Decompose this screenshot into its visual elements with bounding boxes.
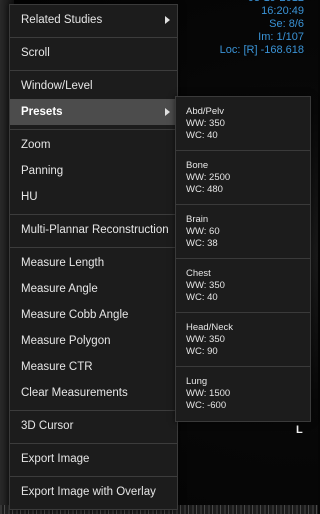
preset-window-width: WW: 350 — [186, 334, 225, 345]
menu-item-hu[interactable]: HU — [10, 184, 177, 210]
menu-item-label: Zoom — [21, 139, 51, 151]
menu-item-multi-planar-reconstruction[interactable]: Multi-Plannar Reconstruction — [10, 217, 177, 243]
preset-window-width: WW: 350 — [186, 118, 225, 129]
preset-name: Abd/Pelv — [186, 106, 225, 117]
preset-window-center: WC: 40 — [186, 130, 218, 141]
preset-window-center: WC: 480 — [186, 184, 223, 195]
menu-item-export-image-with-overlay[interactable]: Export Image with Overlay — [10, 479, 177, 505]
menu-item-label: Export Image with Overlay — [21, 486, 156, 498]
menu-item-clear-measurements[interactable]: Clear Measurements — [10, 380, 177, 406]
menu-item-label: Clear Measurements — [21, 387, 128, 399]
submenu-arrow-icon — [165, 108, 170, 116]
menu-separator — [10, 410, 177, 411]
menu-item-label: Measure Cobb Angle — [21, 309, 129, 321]
preset-window-width: WW: 350 — [186, 280, 225, 291]
presets-submenu: Abd/Pelv WW: 350 WC: 40 Bone WW: 2500 WC… — [175, 96, 311, 422]
preset-window-center: WC: 40 — [186, 292, 218, 303]
menu-item-measure-polygon[interactable]: Measure Polygon — [10, 328, 177, 354]
submenu-arrow-icon — [165, 16, 170, 24]
preset-window-center: WC: 90 — [186, 346, 218, 357]
menu-item-label: Presets — [21, 106, 63, 118]
menu-separator — [10, 37, 177, 38]
preset-bone[interactable]: Bone WW: 2500 WC: 480 — [176, 151, 310, 204]
overlay-image-number: Im: 1/107 — [258, 31, 304, 43]
preset-window-width: WW: 60 — [186, 226, 220, 237]
menu-item-3d-cursor[interactable]: 3D Cursor — [10, 413, 177, 439]
preset-name: Head/Neck — [186, 322, 233, 333]
menu-item-label: Measure CTR — [21, 361, 93, 373]
preset-head-neck[interactable]: Head/Neck WW: 350 WC: 90 — [176, 313, 310, 366]
orientation-label: L — [296, 424, 303, 436]
dicom-overlay: 03-19-2012 16:20:49 Se: 8/6 Im: 1/107 Lo… — [220, 0, 304, 57]
menu-item-label: Window/Level — [21, 80, 93, 92]
menu-item-measure-angle[interactable]: Measure Angle — [10, 276, 177, 302]
overlay-series: Se: 8/6 — [269, 18, 304, 30]
menu-separator — [10, 476, 177, 477]
menu-item-label: Panning — [21, 165, 64, 177]
menu-item-label: Measure Length — [21, 257, 105, 269]
preset-name: Brain — [186, 214, 209, 225]
menu-item-export-image[interactable]: Export Image — [10, 446, 177, 472]
menu-item-related-studies[interactable]: Related Studies — [10, 7, 177, 33]
preset-window-width: WW: 1500 — [186, 388, 231, 399]
menu-item-measure-ctr[interactable]: Measure CTR — [10, 354, 177, 380]
overlay-time: 16:20:49 — [261, 5, 304, 17]
preset-chest[interactable]: Chest WW: 350 WC: 40 — [176, 259, 310, 312]
preset-window-width: WW: 2500 — [186, 172, 231, 183]
preset-window-center: WC: -600 — [186, 400, 227, 411]
preset-lung[interactable]: Lung WW: 1500 WC: -600 — [176, 367, 310, 420]
menu-item-window-level[interactable]: Window/Level — [10, 73, 177, 99]
preset-name: Lung — [186, 376, 208, 387]
menu-item-label: Related Studies — [21, 14, 103, 26]
context-menu: Related Studies Scroll Window/Level Pres… — [9, 4, 178, 510]
menu-item-label: Measure Angle — [21, 283, 98, 295]
menu-separator — [10, 443, 177, 444]
menu-item-label: Scroll — [21, 47, 50, 59]
menu-item-measure-cobb-angle[interactable]: Measure Cobb Angle — [10, 302, 177, 328]
overlay-location: Loc: [R] -168.618 — [219, 44, 304, 56]
preset-brain[interactable]: Brain WW: 60 WC: 38 — [176, 205, 310, 258]
menu-separator — [10, 70, 177, 71]
menu-item-label: 3D Cursor — [21, 420, 74, 432]
menu-item-label: Measure Polygon — [21, 335, 111, 347]
menu-item-label: HU — [21, 191, 38, 203]
preset-name: Bone — [186, 160, 209, 171]
preset-window-center: WC: 38 — [186, 238, 218, 249]
menu-separator — [10, 129, 177, 130]
menu-item-scroll[interactable]: Scroll — [10, 40, 177, 66]
menu-item-presets[interactable]: Presets — [10, 99, 177, 125]
menu-item-panning[interactable]: Panning — [10, 158, 177, 184]
menu-item-zoom[interactable]: Zoom — [10, 132, 177, 158]
menu-item-label: Multi-Plannar Reconstruction — [21, 224, 169, 236]
preset-abd-pelv[interactable]: Abd/Pelv WW: 350 WC: 40 — [176, 97, 310, 150]
menu-item-label: Export Image — [21, 453, 90, 465]
menu-separator — [10, 247, 177, 248]
menu-item-measure-length[interactable]: Measure Length — [10, 250, 177, 276]
preset-name: Chest — [186, 268, 211, 279]
menu-separator — [10, 214, 177, 215]
